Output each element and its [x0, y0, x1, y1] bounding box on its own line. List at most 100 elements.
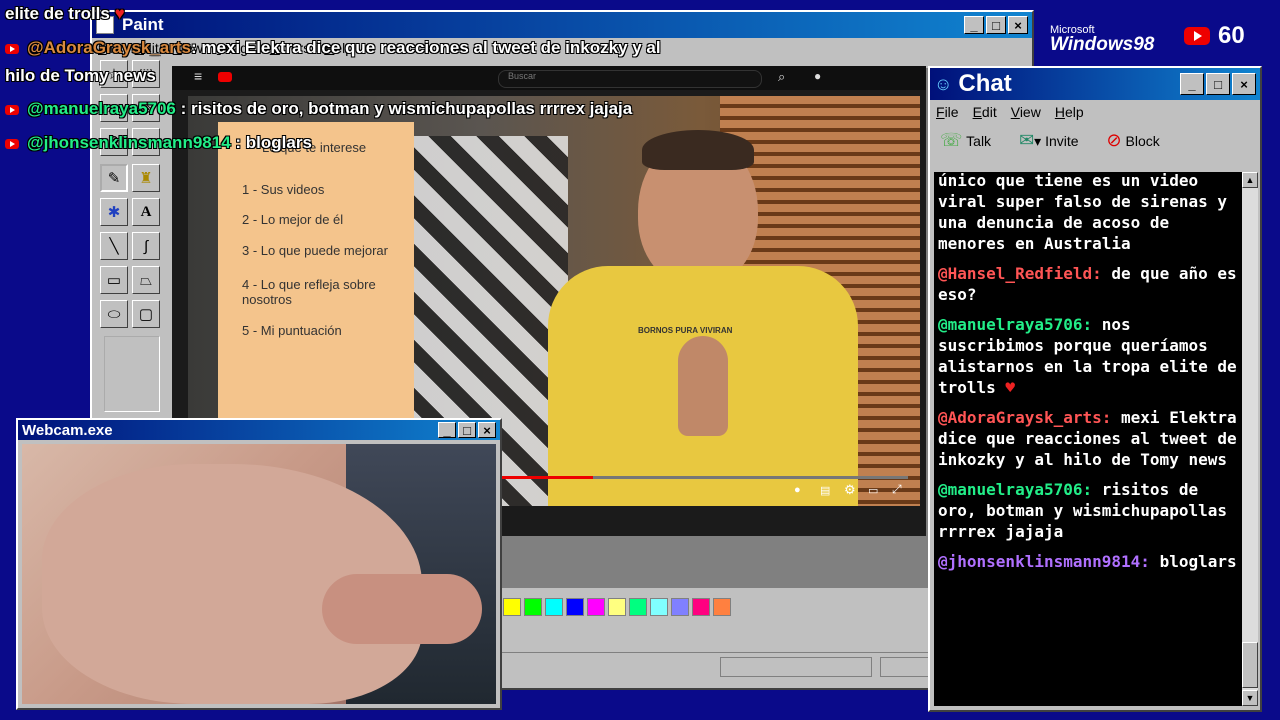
- slide-item: 4 - Lo que refleja sobre nosotros: [242, 277, 376, 307]
- webcam-titlebar[interactable]: Webcam.exe _ □ ×: [18, 420, 500, 440]
- rectangle-icon[interactable]: ▭: [100, 266, 128, 294]
- close-icon[interactable]: ×: [1232, 73, 1256, 95]
- chat-username[interactable]: @Hansel_Redfield:: [938, 264, 1102, 283]
- chat-window: ☺ Chat _ □ × File Edit View Help ☏ Talk …: [928, 66, 1262, 712]
- palette-swatch[interactable]: [608, 598, 626, 616]
- presenter-hands: [678, 336, 728, 436]
- minimize-icon[interactable]: _: [438, 422, 456, 438]
- block-icon: ⊘: [1106, 130, 1122, 150]
- chat-scrollbar[interactable]: ▲ ▼: [1242, 172, 1258, 706]
- airbrush-icon[interactable]: ✱: [100, 198, 128, 226]
- talk-button[interactable]: ☏ Talk: [940, 130, 991, 151]
- scroll-thumb[interactable]: [1242, 642, 1258, 688]
- presenter: BORNOS PURA VIVIRAN: [538, 126, 868, 506]
- webcam-window: Webcam.exe _ □ ×: [16, 418, 502, 710]
- block-button[interactable]: ⊘ Block: [1107, 130, 1160, 151]
- text-icon[interactable]: A: [132, 198, 160, 226]
- youtube-icon: [1184, 27, 1210, 45]
- chat-message: @jhonsenklinsmann9814: bloglars: [938, 551, 1238, 572]
- windows98-logo: Microsoft Windows98: [1050, 24, 1154, 56]
- chat-text: único que tiene es un video viral super …: [938, 172, 1227, 253]
- palette-swatch[interactable]: [671, 598, 689, 616]
- chat-log: único que tiene es un video viral super …: [934, 172, 1242, 706]
- chat-menubar: File Edit View Help: [930, 100, 1260, 124]
- finger-shape: [322, 574, 482, 644]
- chat-app-icon: ☺: [934, 73, 953, 94]
- maximize-icon[interactable]: □: [458, 422, 476, 438]
- chat-username[interactable]: @AdoraGraysk_arts:: [938, 408, 1111, 427]
- subtitles-icon[interactable]: ▤: [820, 484, 830, 497]
- palette-swatch[interactable]: [713, 598, 731, 616]
- scroll-down-icon[interactable]: ▼: [1242, 690, 1258, 706]
- chat-message: @manuelraya5706: risitos de oro, botman …: [938, 479, 1238, 542]
- fullscreen-icon[interactable]: ⤢: [892, 482, 902, 497]
- mic-icon[interactable]: ●: [814, 69, 821, 83]
- viewer-count: 60: [1218, 22, 1245, 49]
- invite-icon: ✉: [1019, 130, 1035, 150]
- talk-icon: ☏: [940, 130, 963, 150]
- chat-menu-file[interactable]: File: [936, 104, 959, 120]
- line-icon[interactable]: ╲: [100, 232, 128, 260]
- viewer-counter: 60: [1184, 22, 1245, 50]
- shirt-print: BORNOS PURA VIVIRAN: [638, 326, 733, 335]
- chat-message: @AdoraGraysk_arts: mexi Elektra dice que…: [938, 407, 1238, 470]
- paint-title: Paint: [122, 15, 164, 34]
- chat-titlebar[interactable]: ☺ Chat _ □ ×: [930, 68, 1260, 100]
- settings-icon[interactable]: ⚙: [844, 482, 856, 498]
- pencil-icon[interactable]: ✎: [100, 164, 128, 192]
- chat-username[interactable]: @manuelraya5706:: [938, 315, 1092, 334]
- chat-toolbar: ☏ Talk ✉▾ Invite ⊘ Block: [930, 124, 1260, 157]
- palette-swatch[interactable]: [629, 598, 647, 616]
- chat-title: Chat: [958, 70, 1012, 97]
- palette-swatch[interactable]: [587, 598, 605, 616]
- menu-icon[interactable]: ≡: [194, 68, 202, 84]
- chat-text: bloglars: [1159, 552, 1237, 571]
- slide-panel: Lo que te interese 1 - Sus videos 2 - Lo…: [218, 122, 414, 422]
- scroll-up-icon[interactable]: ▲: [1242, 172, 1258, 188]
- invite-button[interactable]: ✉▾ Invite: [1019, 130, 1078, 151]
- palette-swatch[interactable]: [692, 598, 710, 616]
- progress-fill: [488, 476, 593, 479]
- chat-menu-edit[interactable]: Edit: [973, 104, 997, 120]
- palette-swatch[interactable]: [503, 598, 521, 616]
- palette-swatch[interactable]: [524, 598, 542, 616]
- ellipse-icon[interactable]: ⬭: [100, 300, 128, 328]
- youtube-icon: [5, 138, 19, 149]
- search-input[interactable]: [498, 70, 762, 88]
- chat-message-list: único que tiene es un video viral super …: [938, 172, 1238, 581]
- slide-item: 5 - Mi puntuación: [242, 323, 342, 338]
- minimize-icon[interactable]: _: [1180, 73, 1204, 95]
- chat-menu-view[interactable]: View: [1011, 104, 1041, 120]
- chat-username[interactable]: @manuelraya5706:: [938, 480, 1092, 499]
- curve-icon[interactable]: ∫: [132, 232, 160, 260]
- overlay-line: @jhonsenklinsmann9814 : bloglars: [5, 133, 312, 153]
- brush-icon[interactable]: ♜: [132, 164, 160, 192]
- palette-swatch[interactable]: [566, 598, 584, 616]
- close-icon[interactable]: ×: [478, 422, 496, 438]
- overlay-line: @AdoraGraysk_arts: mexi Elektra dice que…: [5, 38, 661, 58]
- overlay-line: elite de trolls ♥: [5, 4, 125, 23]
- palette-swatch[interactable]: [650, 598, 668, 616]
- palette-swatch[interactable]: [545, 598, 563, 616]
- chat-username[interactable]: @jhonsenklinsmann9814:: [938, 552, 1150, 571]
- close-icon[interactable]: ×: [1008, 16, 1028, 34]
- maximize-icon[interactable]: □: [986, 16, 1006, 34]
- progress-bar[interactable]: [488, 476, 908, 479]
- theater-icon[interactable]: ▭: [868, 484, 878, 497]
- autoplay-icon[interactable]: ●: [794, 484, 801, 496]
- chat-message: @manuelraya5706: nos suscribimos porque …: [938, 314, 1238, 398]
- paint-titlebar[interactable]: Paint _ □ ×: [92, 12, 1032, 38]
- webcam-title: Webcam.exe: [22, 421, 113, 439]
- polygon-icon[interactable]: ⏢: [132, 266, 160, 294]
- chat-menu-help[interactable]: Help: [1055, 104, 1084, 120]
- minimize-icon[interactable]: _: [964, 16, 984, 34]
- slide-item: 3 - Lo que puede mejorar: [242, 243, 388, 258]
- slide-item: 2 - Lo mejor de él: [242, 212, 344, 227]
- rounded-rect-icon[interactable]: ▢: [132, 300, 160, 328]
- maximize-icon[interactable]: □: [1206, 73, 1230, 95]
- heart-icon: ♥: [995, 378, 1016, 397]
- chat-message: único que tiene es un video viral super …: [938, 172, 1238, 254]
- heart-icon: ♥: [114, 4, 125, 23]
- search-icon[interactable]: ⌕: [778, 69, 785, 85]
- youtube-logo-icon[interactable]: [218, 72, 232, 82]
